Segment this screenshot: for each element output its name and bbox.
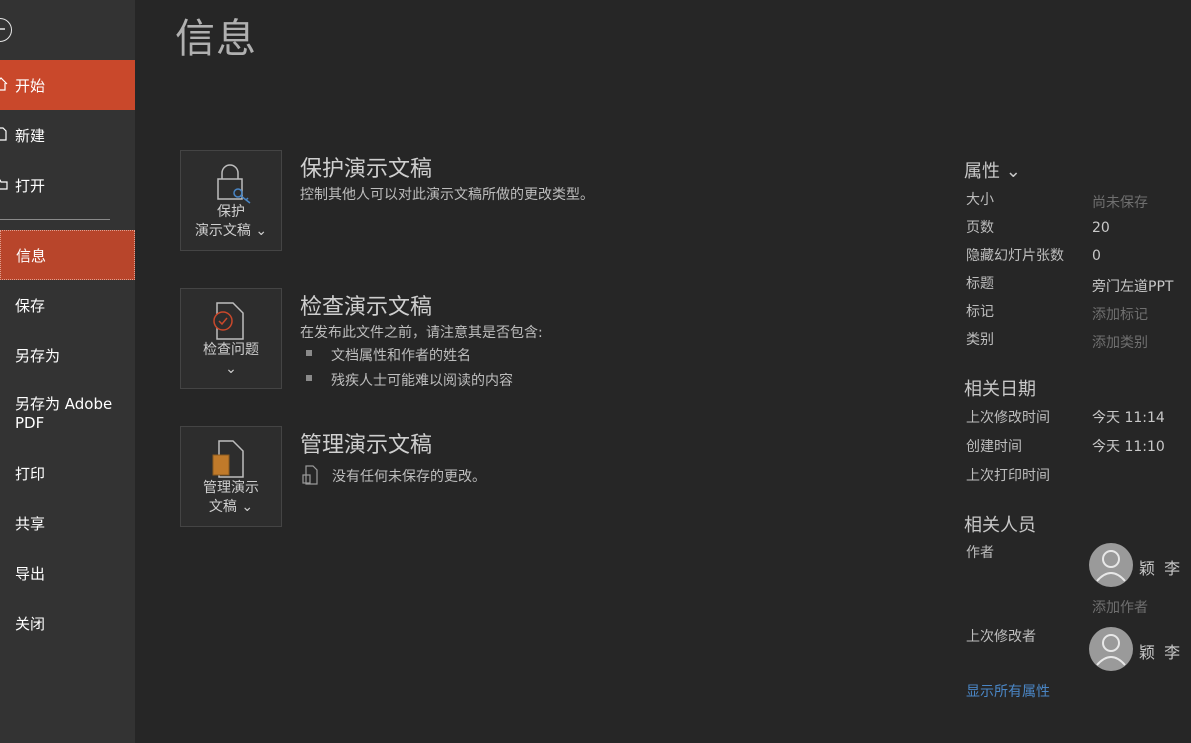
nav-start[interactable]: 开始 [0, 60, 135, 110]
manage-document-icon [212, 440, 244, 478]
nav-print-label: 打印 [15, 464, 46, 483]
prop-pages-label: 页数 [966, 220, 994, 236]
related-dates-heading: 相关日期 [964, 379, 1036, 400]
backstage-sidebar: 开始 新建 打开 信息 保存 另存为 另存为 Adobe PDF 打印 共享 导… [0, 0, 135, 743]
nav-share[interactable]: 共享 [0, 498, 135, 548]
back-button[interactable] [0, 18, 12, 42]
modifier-avatar[interactable] [1089, 627, 1133, 671]
prop-hidden-slides-value: 0 [1092, 248, 1101, 264]
prop-pages-value: 20 [1092, 220, 1110, 236]
inspect-bullet-item: 残疾人士可能难以阅读的内容 [331, 373, 513, 389]
nav-share-label: 共享 [15, 514, 46, 533]
prop-size-value: 尚未保存 [1092, 195, 1148, 211]
nav-open-label: 打开 [15, 176, 46, 195]
created-value: 今天 11:10 [1092, 439, 1165, 455]
nav-export-label: 导出 [15, 564, 46, 583]
page-title: 信息 [175, 16, 257, 62]
nav-close-label: 关闭 [15, 614, 46, 633]
modifier-name[interactable]: 颖 李 [1139, 639, 1182, 663]
add-author-link[interactable]: 添加作者 [1092, 597, 1148, 617]
new-document-icon [0, 127, 7, 141]
home-icon [0, 77, 8, 91]
nav-open[interactable]: 打开 [0, 160, 135, 210]
prop-tags-value[interactable]: 添加标记 [1092, 304, 1148, 324]
nav-start-label: 开始 [15, 76, 46, 95]
nav-save-as-label: 另存为 [15, 346, 61, 365]
nav-new[interactable]: 新建 [0, 110, 135, 160]
protect-title: 保护演示文稿 [300, 157, 433, 182]
protect-desc: 控制其他人可以对此演示文稿所做的更改类型。 [300, 187, 594, 203]
nav-close[interactable]: 关闭 [0, 598, 135, 648]
last-modified-value: 今天 11:14 [1092, 410, 1165, 426]
nav-save-as[interactable]: 另存为 [0, 330, 135, 380]
nav-save[interactable]: 保存 [0, 280, 135, 330]
prop-tags-label: 标记 [966, 304, 994, 320]
bullet-icon [306, 375, 312, 381]
manage-title: 管理演示文稿 [300, 433, 433, 458]
bullet-icon [306, 350, 312, 356]
manage-presentation-button[interactable]: 管理演示 文稿 ⌄ [180, 426, 282, 527]
prop-title-value[interactable]: 旁门左道PPT [1092, 276, 1173, 296]
author-label: 作者 [966, 545, 994, 561]
inspect-title: 检查演示文稿 [300, 295, 433, 320]
prop-hidden-slides-label: 隐藏幻灯片张数 [966, 248, 1064, 264]
prop-category-value[interactable]: 添加类别 [1092, 332, 1148, 352]
inspect-document-icon [213, 302, 244, 340]
nav-info-label: 信息 [16, 246, 47, 265]
related-people-heading: 相关人员 [964, 515, 1036, 536]
prop-category-label: 类别 [966, 332, 994, 348]
manage-tile-label: 管理演示 文稿 ⌄ [203, 480, 259, 515]
protect-tile-label: 保护 演示文稿 ⌄ [194, 204, 268, 239]
nav-save-label: 保存 [15, 296, 46, 315]
protect-presentation-button[interactable]: 保护 演示文稿 ⌄ [180, 150, 282, 251]
last-printed-label: 上次打印时间 [966, 468, 1050, 484]
last-modified-label: 上次修改时间 [966, 410, 1050, 426]
created-label: 创建时间 [966, 439, 1022, 455]
back-arrow-icon [0, 28, 5, 30]
properties-dropdown[interactable]: 属性 ⌄ [964, 157, 1021, 183]
author-name[interactable]: 颖 李 [1139, 555, 1182, 579]
inspect-bullet-item: 文档属性和作者的姓名 [331, 348, 471, 364]
nav-export[interactable]: 导出 [0, 548, 135, 598]
manage-desc: 没有任何未保存的更改。 [332, 469, 486, 485]
check-issues-tile-label: 检查问题 ⌄ [203, 342, 259, 377]
nav-separator [0, 219, 110, 220]
open-folder-icon [0, 179, 8, 190]
inspect-desc: 在发布此文件之前，请注意其是否包含: [300, 325, 543, 341]
person-icon [1096, 550, 1126, 582]
nav-info[interactable]: 信息 [0, 230, 135, 280]
document-status-icon [302, 465, 318, 485]
nav-save-as-pdf[interactable]: 另存为 Adobe PDF [0, 390, 135, 438]
nav-new-label: 新建 [15, 126, 46, 145]
nav-save-as-pdf-label: 另存为 Adobe PDF [15, 395, 113, 432]
lock-key-icon [217, 164, 251, 204]
prop-size-label: 大小 [966, 192, 994, 208]
last-modified-by-label: 上次修改者 [966, 629, 1036, 645]
person-icon [1096, 634, 1126, 666]
check-issues-button[interactable]: 检查问题 ⌄ [180, 288, 282, 389]
prop-title-label: 标题 [966, 276, 994, 292]
show-all-properties-link[interactable]: 显示所有属性 [966, 681, 1050, 701]
author-avatar[interactable] [1089, 543, 1133, 587]
nav-print[interactable]: 打印 [0, 448, 135, 498]
